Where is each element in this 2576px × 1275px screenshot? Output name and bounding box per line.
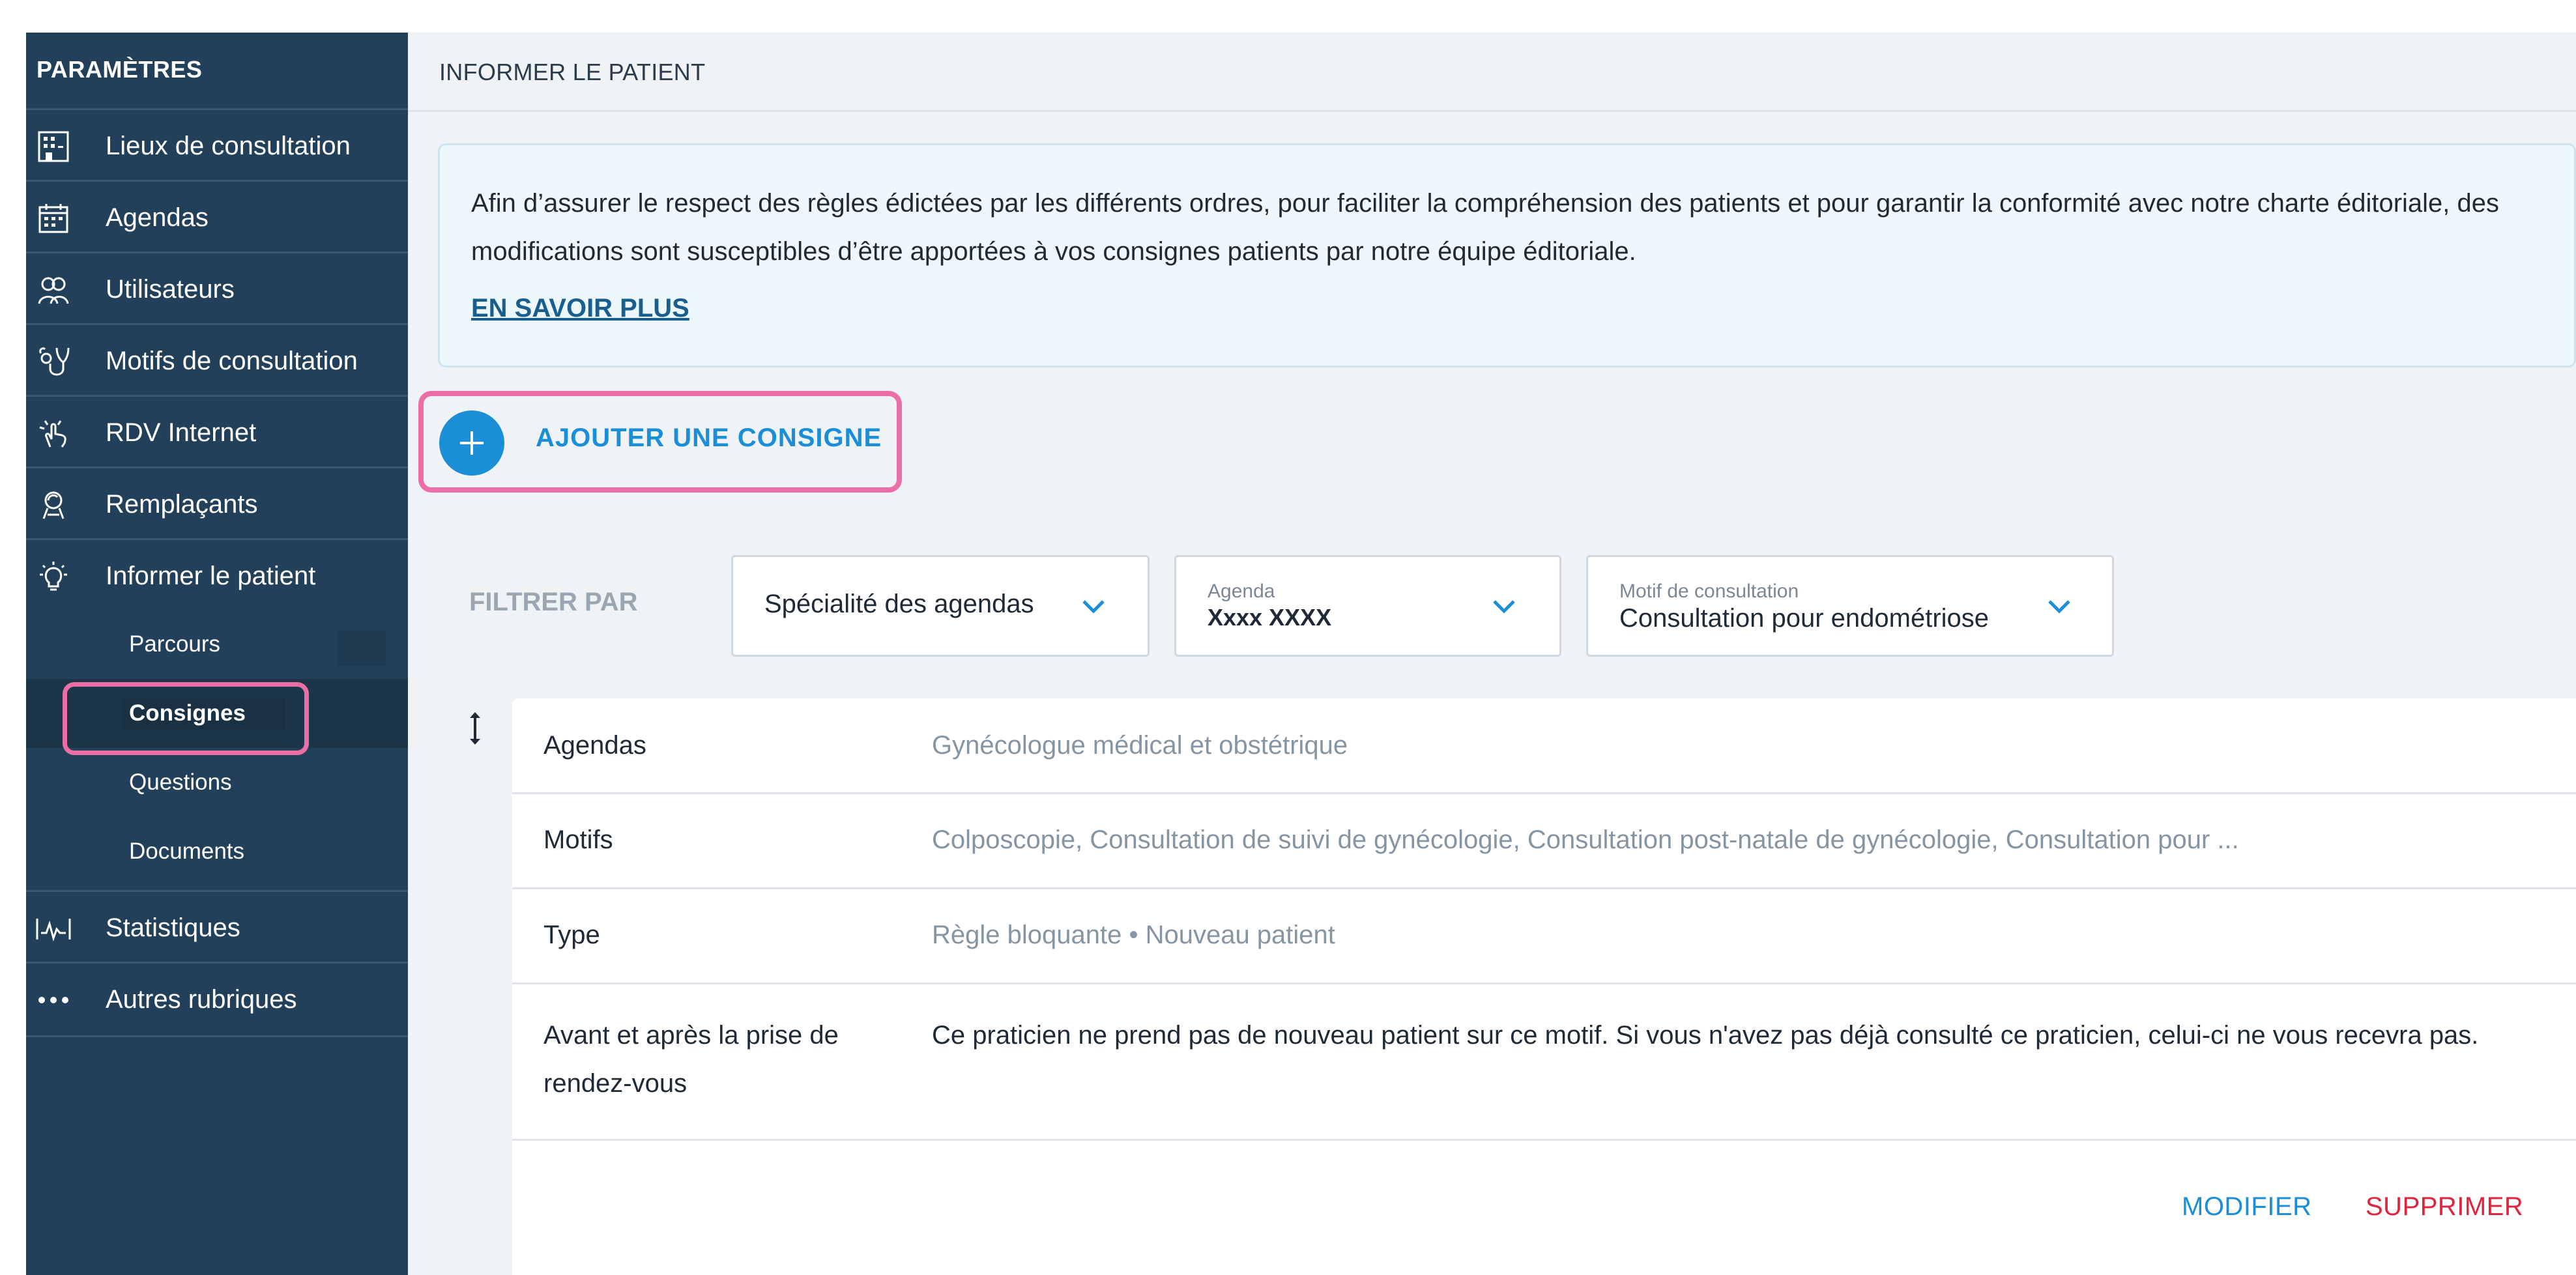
agenda-value: Xxxx XXXX	[1208, 604, 1332, 631]
row-key: Agendas	[543, 731, 646, 760]
sidebar-item-statistiques[interactable]: Statistiques	[26, 890, 408, 964]
more-dots-icon	[35, 982, 72, 1018]
calendar-icon	[35, 200, 72, 236]
sidebar-subitem-label: Questions	[129, 769, 232, 795]
info-banner: Afin d’assurer le respect des règles édi…	[438, 143, 2576, 367]
sidebar-item-agendas[interactable]: Agendas	[26, 180, 408, 253]
motif-label: Motif de consultation	[1619, 580, 1799, 602]
sidebar-item-label: Informer le patient	[106, 562, 316, 590]
page-header: INFORMER LE PATIENT	[408, 33, 2576, 112]
chart-pulse-icon	[35, 910, 72, 947]
lightbulb-icon	[35, 558, 72, 595]
motif-value: Consultation pour endométriose	[1619, 604, 1990, 633]
building-icon	[35, 128, 72, 165]
sidebar-item-remplacants[interactable]: Remplaçants	[26, 466, 408, 540]
chevron-down-icon	[2048, 600, 2070, 614]
add-consigne-button[interactable]: AJOUTER UNE CONSIGNE	[536, 423, 882, 453]
row-value: Règle bloquante • Nouveau patient	[932, 921, 1335, 949]
sidebar-subitem-documents[interactable]: Documents	[26, 817, 408, 886]
sidebar-subitem-label: Parcours	[129, 631, 221, 657]
stethoscope-icon	[35, 343, 72, 380]
supprimer-button[interactable]: SUPPRIMER	[2366, 1192, 2523, 1222]
sidebar-item-label: Motifs de consultation	[106, 347, 358, 375]
drag-handle-icon[interactable]	[465, 710, 485, 747]
sidebar-subitem-label: Documents	[129, 838, 245, 864]
sidebar-item-label: Lieux de consultation	[106, 132, 351, 160]
info-text: Afin d’assurer le respect des règles édi…	[471, 189, 2500, 266]
sidebar-item-label: Agendas	[106, 203, 209, 232]
consigne-row-agendas: Agendas Gynécologue médical et obstétriq…	[512, 698, 2576, 794]
sidebar-item-lieux-de-consultation[interactable]: Lieux de consultation	[26, 108, 408, 182]
row-key: Avant et après la prise de rendez-vous	[543, 1021, 839, 1098]
sidebar-item-rdv-internet[interactable]: RDV Internet	[26, 395, 408, 468]
sidebar-title: PARAMÈTRES	[36, 56, 203, 83]
motif-select[interactable]: Motif de consultation Consultation pour …	[1586, 555, 2114, 657]
consigne-card: Agendas Gynécologue médical et obstétriq…	[512, 698, 2576, 1275]
row-key: Type	[543, 921, 600, 949]
consigne-row-type: Type Règle bloquante • Nouveau patient	[512, 887, 2576, 984]
sidebar-item-autres-rubriques[interactable]: Autres rubriques	[26, 962, 408, 1037]
row-value: Gynécologue médical et obstétrique	[932, 731, 1348, 760]
sidebar-item-label: Statistiques	[106, 913, 240, 942]
agenda-label: Agenda	[1208, 580, 1275, 602]
specialite-value: Spécialité des agendas	[764, 590, 1034, 618]
page-title: INFORMER LE PATIENT	[439, 59, 706, 85]
sidebar-item-utilisateurs[interactable]: Utilisateurs	[26, 251, 408, 325]
sidebar-item-informer-le-patient[interactable]: Informer le patient	[26, 538, 408, 612]
replacement-icon	[35, 487, 72, 523]
sidebar-item-label: Utilisateurs	[106, 275, 235, 304]
highlight-consignes	[63, 682, 309, 755]
sidebar-item-label: Remplaçants	[106, 490, 258, 519]
row-value: Ce praticien ne prend pas de nouveau pat…	[932, 1021, 2479, 1050]
modifier-button[interactable]: MODIFIER	[2182, 1192, 2312, 1222]
chevron-down-icon	[1493, 600, 1515, 614]
sidebar-item-label: Autres rubriques	[106, 985, 297, 1014]
consigne-row-avant-apres: Avant et après la prise de rendez-vous C…	[512, 982, 2576, 1141]
filter-label: FILTRER PAR	[469, 588, 638, 616]
sidebar-item-motifs-de-consultation[interactable]: Motifs de consultation	[26, 323, 408, 397]
consigne-row-motifs: Motifs Colposcopie, Consultation de suiv…	[512, 792, 2576, 889]
specialite-select[interactable]: Spécialité des agendas	[731, 555, 1150, 657]
agenda-select[interactable]: Agenda Xxxx XXXX	[1174, 555, 1561, 657]
row-value: Colposcopie, Consultation de suivi de gy…	[932, 825, 2239, 854]
row-key: Motifs	[543, 825, 613, 854]
learn-more-link[interactable]: EN SAVOIR PLUS	[471, 294, 689, 323]
users-icon	[35, 272, 72, 308]
sidebar-subitem-questions[interactable]: Questions	[26, 748, 408, 817]
click-hand-icon	[35, 415, 72, 451]
plus-icon[interactable]	[439, 410, 504, 476]
chevron-down-icon	[1082, 600, 1105, 614]
sidebar-marker	[338, 631, 386, 666]
sidebar-item-label: RDV Internet	[106, 418, 257, 447]
